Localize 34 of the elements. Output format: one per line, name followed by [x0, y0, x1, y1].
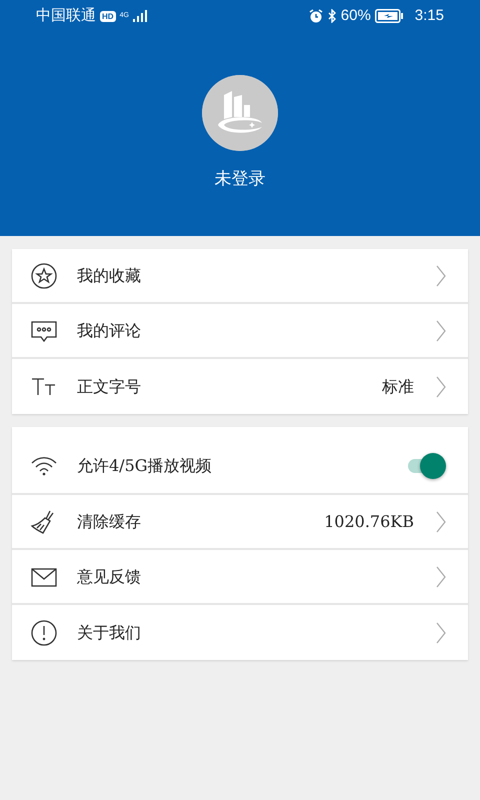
battery-icon — [374, 9, 403, 23]
chevron-icon — [436, 264, 446, 286]
info-icon — [30, 618, 58, 646]
row-label: 意见反馈 — [77, 566, 141, 588]
chevron-icon — [436, 622, 446, 644]
settings-row[interactable]: 关于我们 — [12, 605, 468, 660]
row-label: 正文字号 — [77, 376, 141, 398]
chevron-icon — [436, 376, 446, 398]
avatar-logo-icon[interactable] — [202, 75, 278, 151]
chevron-icon — [436, 510, 446, 532]
row-label: 我的评论 — [77, 320, 141, 342]
settings-row[interactable]: 我的评论 — [12, 304, 468, 359]
row-label: 清除缓存 — [77, 510, 141, 532]
row-value: 标准 — [382, 376, 414, 398]
toggle-switch[interactable] — [406, 452, 446, 480]
row-label: 关于我们 — [77, 622, 141, 644]
chevron-icon — [436, 320, 446, 342]
settings-row[interactable]: 清除缓存 1020.76KB — [12, 495, 468, 550]
settings-row[interactable]: 意见反馈 — [12, 550, 468, 605]
settings-row[interactable]: 正文字号 标准 — [12, 359, 468, 414]
login-status[interactable]: 未登录 — [214, 167, 266, 192]
bluetooth-icon — [326, 9, 337, 23]
row-value: 1020.76KB — [324, 510, 414, 532]
settings-row[interactable]: 我的收藏 — [12, 249, 468, 304]
carrier-name: 中国联通 — [36, 6, 96, 26]
row-label: 我的收藏 — [77, 264, 141, 286]
clock-time: 3:15 — [414, 6, 444, 26]
hd-badge: HD — [100, 10, 116, 22]
alarm-icon — [308, 9, 323, 23]
row-label: 允许4/5G播放视频 — [77, 455, 212, 477]
signal-icon — [132, 10, 147, 22]
battery-percent: 60% — [340, 6, 371, 26]
chevron-icon — [436, 566, 446, 588]
settings-row[interactable]: 允许4/5G播放视频 — [12, 427, 468, 495]
